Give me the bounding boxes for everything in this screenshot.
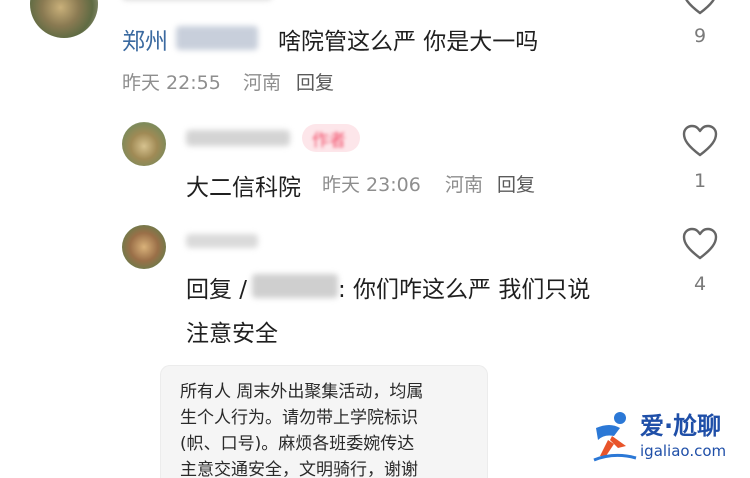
username-blur <box>186 130 290 146</box>
like-count: 9 <box>693 25 707 47</box>
reply-button[interactable]: 回复 <box>497 170 535 197</box>
comment-time: 昨天 22:55 <box>122 72 221 94</box>
mention-blur <box>252 274 338 298</box>
like-count: 4 <box>693 273 707 295</box>
reply-button[interactable]: 回复 <box>296 68 334 95</box>
reply-location: 河南 <box>445 174 484 196</box>
notice-image[interactable]: 所有人 周末外出聚集活动，均属 生个人行为。请勿带上学院标识 (帜、口号)。麻烦… <box>160 365 488 478</box>
reply-text: 大二信科院 <box>186 175 301 201</box>
heart-icon[interactable] <box>682 124 718 158</box>
notice-line: 所有人 周末外出聚集活动，均属 <box>180 382 424 402</box>
heart-icon[interactable] <box>682 227 718 261</box>
author-badge: 作者 <box>302 124 360 152</box>
watermark: 爱·尬聊 igaliao.com <box>590 406 740 470</box>
username-blur <box>176 26 258 50</box>
comment-username[interactable]: 郑州 <box>122 22 168 56</box>
watermark-logo-icon <box>593 412 637 462</box>
watermark-url: igaliao.com <box>640 442 727 460</box>
avatar[interactable] <box>122 225 166 269</box>
heart-icon[interactable] <box>682 0 718 16</box>
avatar[interactable] <box>30 0 98 38</box>
reply-prefix: 回复 / <box>186 277 248 303</box>
reply-time: 昨天 23:06 <box>322 174 421 196</box>
avatar[interactable] <box>122 122 166 166</box>
author-badge-label: 作者 <box>312 131 346 151</box>
notice-line: 主意交通安全，文明骑行，谢谢 <box>180 460 418 478</box>
notice-line: (帜、口号)。麻烦各班委婉传达 <box>180 434 415 454</box>
comment-text: 啥院管这么严 你是大一吗 <box>278 29 539 55</box>
notice-line: 生个人行为。请勿带上学院标识 <box>180 408 418 428</box>
reply-text: 注意安全 <box>186 321 278 347</box>
reply-text: : 你们咋这么严 我们只说 <box>338 277 591 303</box>
like-count: 1 <box>693 170 707 192</box>
comment-location: 河南 <box>243 72 282 94</box>
username-blur <box>186 234 258 248</box>
watermark-brand: 爱·尬聊 <box>640 412 722 440</box>
